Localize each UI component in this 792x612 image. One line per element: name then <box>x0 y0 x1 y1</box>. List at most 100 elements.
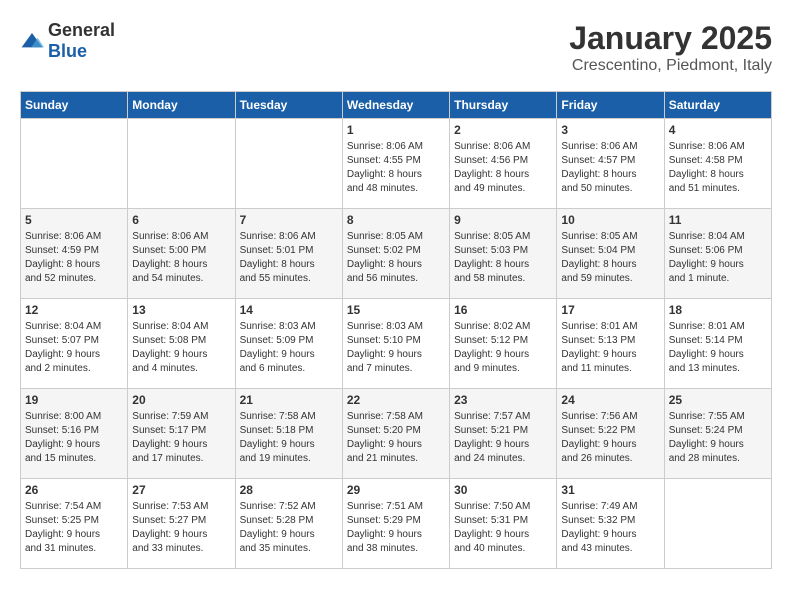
day-info: Sunrise: 7:53 AM Sunset: 5:27 PM Dayligh… <box>132 500 230 556</box>
day-cell: 25 Sunrise: 7:55 AM Sunset: 5:24 PM Dayli… <box>664 389 771 479</box>
day-number: 21 <box>240 393 338 407</box>
day-cell: 11 Sunrise: 8:04 AM Sunset: 5:06 PM Dayli… <box>664 209 771 299</box>
day-info: Sunrise: 8:00 AM Sunset: 5:16 PM Dayligh… <box>25 410 123 466</box>
day-number: 7 <box>240 213 338 227</box>
day-number: 11 <box>669 213 767 227</box>
week-row-2: 5Sunrise: 8:06 AM Sunset: 4:59 PM Daylig… <box>21 209 772 299</box>
day-number: 17 <box>561 303 659 317</box>
day-info: Sunrise: 8:04 AM Sunset: 5:08 PM Dayligh… <box>132 320 230 376</box>
day-number: 25 <box>669 393 767 407</box>
day-number: 3 <box>561 123 659 137</box>
week-row-4: 19Sunrise: 8:00 AM Sunset: 5:16 PM Dayli… <box>21 389 772 479</box>
day-number: 16 <box>454 303 552 317</box>
header-row: SundayMondayTuesdayWednesdayThursdayFrid… <box>21 92 772 119</box>
day-cell <box>128 119 235 209</box>
day-info: Sunrise: 8:02 AM Sunset: 5:12 PM Dayligh… <box>454 320 552 376</box>
day-cell: 8 Sunrise: 8:05 AM Sunset: 5:02 PM Daylig… <box>342 209 449 299</box>
day-number: 6 <box>132 213 230 227</box>
day-header-friday: Friday <box>557 92 664 119</box>
day-cell: 17 Sunrise: 8:01 AM Sunset: 5:13 PM Dayli… <box>557 299 664 389</box>
day-info: Sunrise: 8:04 AM Sunset: 5:06 PM Dayligh… <box>669 230 767 286</box>
day-info: Sunrise: 7:51 AM Sunset: 5:29 PM Dayligh… <box>347 500 445 556</box>
location: Crescentino, Piedmont, Italy <box>569 57 772 75</box>
day-info: Sunrise: 8:01 AM Sunset: 5:13 PM Dayligh… <box>561 320 659 376</box>
day-cell: 24 Sunrise: 7:56 AM Sunset: 5:22 PM Dayli… <box>557 389 664 479</box>
day-cell: 31 Sunrise: 7:49 AM Sunset: 5:32 PM Dayli… <box>557 479 664 569</box>
day-info: Sunrise: 7:54 AM Sunset: 5:25 PM Dayligh… <box>25 500 123 556</box>
day-cell: 18 Sunrise: 8:01 AM Sunset: 5:14 PM Dayli… <box>664 299 771 389</box>
day-cell <box>235 119 342 209</box>
day-number: 4 <box>669 123 767 137</box>
page-header: General Blue January 2025 Crescentino, P… <box>20 20 772 75</box>
day-info: Sunrise: 7:58 AM Sunset: 5:18 PM Dayligh… <box>240 410 338 466</box>
logo-icon <box>20 31 44 51</box>
day-number: 20 <box>132 393 230 407</box>
day-number: 1 <box>347 123 445 137</box>
day-cell: 6Sunrise: 8:06 AM Sunset: 5:00 PM Daylig… <box>128 209 235 299</box>
day-info: Sunrise: 7:56 AM Sunset: 5:22 PM Dayligh… <box>561 410 659 466</box>
day-number: 2 <box>454 123 552 137</box>
day-cell: 29 Sunrise: 7:51 AM Sunset: 5:29 PM Dayli… <box>342 479 449 569</box>
day-cell: 14 Sunrise: 8:03 AM Sunset: 5:09 PM Dayli… <box>235 299 342 389</box>
week-row-5: 26 Sunrise: 7:54 AM Sunset: 5:25 PM Dayli… <box>21 479 772 569</box>
day-info: Sunrise: 7:55 AM Sunset: 5:24 PM Dayligh… <box>669 410 767 466</box>
day-cell <box>664 479 771 569</box>
day-cell: 23Sunrise: 7:57 AM Sunset: 5:21 PM Dayli… <box>450 389 557 479</box>
day-cell: 21 Sunrise: 7:58 AM Sunset: 5:18 PM Dayli… <box>235 389 342 479</box>
day-number: 29 <box>347 483 445 497</box>
day-info: Sunrise: 8:06 AM Sunset: 5:01 PM Dayligh… <box>240 230 338 286</box>
day-number: 5 <box>25 213 123 227</box>
day-number: 14 <box>240 303 338 317</box>
day-info: Sunrise: 7:58 AM Sunset: 5:20 PM Dayligh… <box>347 410 445 466</box>
day-info: Sunrise: 8:04 AM Sunset: 5:07 PM Dayligh… <box>25 320 123 376</box>
day-cell: 13Sunrise: 8:04 AM Sunset: 5:08 PM Dayli… <box>128 299 235 389</box>
day-header-monday: Monday <box>128 92 235 119</box>
logo-general: General <box>48 20 115 40</box>
day-cell: 5Sunrise: 8:06 AM Sunset: 4:59 PM Daylig… <box>21 209 128 299</box>
day-cell <box>21 119 128 209</box>
day-info: Sunrise: 8:06 AM Sunset: 4:56 PM Dayligh… <box>454 140 552 196</box>
day-info: Sunrise: 8:05 AM Sunset: 5:02 PM Dayligh… <box>347 230 445 286</box>
day-cell: 10 Sunrise: 8:05 AM Sunset: 5:04 PM Dayli… <box>557 209 664 299</box>
day-number: 27 <box>132 483 230 497</box>
day-info: Sunrise: 8:01 AM Sunset: 5:14 PM Dayligh… <box>669 320 767 376</box>
logo: General Blue <box>20 20 115 62</box>
day-number: 22 <box>347 393 445 407</box>
day-number: 8 <box>347 213 445 227</box>
day-number: 26 <box>25 483 123 497</box>
day-info: Sunrise: 8:06 AM Sunset: 4:57 PM Dayligh… <box>561 140 659 196</box>
day-number: 15 <box>347 303 445 317</box>
month-title: January 2025 <box>569 20 772 57</box>
day-info: Sunrise: 8:03 AM Sunset: 5:09 PM Dayligh… <box>240 320 338 376</box>
day-number: 31 <box>561 483 659 497</box>
calendar-table: SundayMondayTuesdayWednesdayThursdayFrid… <box>20 91 772 569</box>
day-cell: 30Sunrise: 7:50 AM Sunset: 5:31 PM Dayli… <box>450 479 557 569</box>
day-info: Sunrise: 8:05 AM Sunset: 5:03 PM Dayligh… <box>454 230 552 286</box>
day-cell: 27 Sunrise: 7:53 AM Sunset: 5:27 PM Dayli… <box>128 479 235 569</box>
day-cell: 22 Sunrise: 7:58 AM Sunset: 5:20 PM Dayli… <box>342 389 449 479</box>
day-number: 28 <box>240 483 338 497</box>
day-number: 18 <box>669 303 767 317</box>
day-cell: 2 Sunrise: 8:06 AM Sunset: 4:56 PM Daylig… <box>450 119 557 209</box>
day-cell: 19Sunrise: 8:00 AM Sunset: 5:16 PM Dayli… <box>21 389 128 479</box>
day-number: 24 <box>561 393 659 407</box>
day-header-wednesday: Wednesday <box>342 92 449 119</box>
day-number: 10 <box>561 213 659 227</box>
day-header-tuesday: Tuesday <box>235 92 342 119</box>
day-info: Sunrise: 8:06 AM Sunset: 4:58 PM Dayligh… <box>669 140 767 196</box>
week-row-3: 12 Sunrise: 8:04 AM Sunset: 5:07 PM Dayli… <box>21 299 772 389</box>
day-number: 12 <box>25 303 123 317</box>
day-cell: 4 Sunrise: 8:06 AM Sunset: 4:58 PM Daylig… <box>664 119 771 209</box>
day-cell: 16 Sunrise: 8:02 AM Sunset: 5:12 PM Dayli… <box>450 299 557 389</box>
day-header-saturday: Saturday <box>664 92 771 119</box>
day-number: 30 <box>454 483 552 497</box>
day-cell: 12 Sunrise: 8:04 AM Sunset: 5:07 PM Dayli… <box>21 299 128 389</box>
day-info: Sunrise: 7:49 AM Sunset: 5:32 PM Dayligh… <box>561 500 659 556</box>
day-cell: 20Sunrise: 7:59 AM Sunset: 5:17 PM Dayli… <box>128 389 235 479</box>
day-info: Sunrise: 8:05 AM Sunset: 5:04 PM Dayligh… <box>561 230 659 286</box>
logo-blue: Blue <box>48 41 87 61</box>
day-cell: 9Sunrise: 8:05 AM Sunset: 5:03 PM Daylig… <box>450 209 557 299</box>
day-info: Sunrise: 8:03 AM Sunset: 5:10 PM Dayligh… <box>347 320 445 376</box>
title-section: January 2025 Crescentino, Piedmont, Ital… <box>569 20 772 75</box>
day-info: Sunrise: 7:52 AM Sunset: 5:28 PM Dayligh… <box>240 500 338 556</box>
